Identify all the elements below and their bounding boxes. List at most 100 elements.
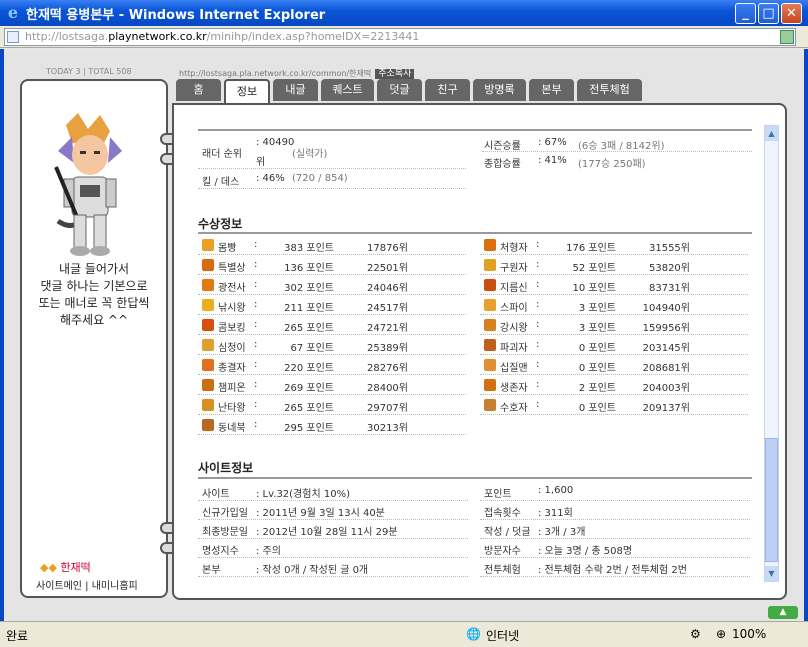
award-rank: 17876위 [366, 243, 408, 254]
award-points: 2 포인트 [578, 383, 616, 394]
tab-quest[interactable]: 퀘스트 [321, 79, 374, 101]
award-icon [202, 279, 214, 291]
award-points: 0 포인트 [578, 343, 616, 354]
award-colon: : [254, 379, 258, 390]
scroll-thumb[interactable] [765, 438, 778, 562]
dotted-divider [198, 188, 466, 189]
site-value: : 311회 [538, 508, 573, 519]
site-label: 포인트 [484, 489, 512, 500]
award-icon [202, 299, 214, 311]
award-points: 220 포인트 [284, 363, 334, 374]
protected-mode-icon[interactable]: ⚙ [690, 627, 701, 641]
award-icon [484, 379, 496, 391]
scroll-up-icon[interactable]: ▲ [765, 126, 778, 141]
award-name: 종결자 [218, 363, 246, 374]
award-icon [484, 319, 496, 331]
award-name: 콤보킹 [218, 323, 246, 334]
award-name: 처형자 [500, 243, 528, 254]
rank-icon: ◆◆ [40, 561, 57, 574]
award-icon [484, 359, 496, 371]
season-value: : 67% [538, 137, 567, 148]
award-name: 광전사 [218, 283, 246, 294]
site-label: 최종방문일 [202, 527, 248, 538]
dotted-divider [198, 374, 466, 375]
tab-my-posts[interactable]: 내글 [273, 79, 318, 101]
vertical-scrollbar[interactable]: ▲ ▼ [764, 125, 779, 582]
award-points: 3 포인트 [578, 303, 616, 314]
award-rank: 24046위 [366, 283, 408, 294]
award-name: 파괴자 [500, 343, 528, 354]
award-rank: 22501위 [366, 263, 408, 274]
globe-icon: 🌐 [466, 627, 481, 641]
award-icon [202, 359, 214, 371]
copy-address-button[interactable]: 주소복사 [375, 69, 415, 79]
dotted-divider [198, 314, 466, 315]
scroll-down-icon[interactable]: ▼ [765, 566, 778, 581]
site-label: 접속횟수 [484, 508, 521, 519]
award-colon: : [536, 299, 540, 310]
award-icon [484, 299, 496, 311]
dotted-divider [198, 538, 468, 539]
tab-friends[interactable]: 친구 [425, 79, 470, 101]
maximize-button[interactable]: □ [758, 3, 779, 24]
dotted-divider [198, 394, 466, 395]
award-colon: : [536, 239, 540, 250]
award-icon [202, 259, 214, 271]
compat-view-icon[interactable] [780, 30, 794, 44]
award-points: 176 포인트 [566, 243, 616, 254]
zoom-level[interactable]: 100% [732, 627, 766, 641]
dotted-divider [198, 500, 468, 501]
season-detail: (6승 3패 / 8142위) [578, 141, 665, 152]
site-value: : 작성 0개 / 작성된 글 0개 [256, 565, 369, 576]
site-value: : 전투체험 수락 2번 / 전투체험 2번 [538, 565, 687, 576]
address-input[interactable]: http://lostsaga.playnetwork.co.kr/minihp… [4, 28, 796, 46]
award-name: 생존자 [500, 383, 528, 394]
award-colon: : [536, 279, 540, 290]
dotted-divider [480, 314, 748, 315]
kd-label: 킬 / 데스 [202, 177, 240, 188]
site-value: : Lv.32(경험치 10%) [256, 489, 350, 500]
divider [198, 232, 752, 234]
dotted-divider [198, 414, 466, 415]
award-rank: 104940위 [642, 303, 690, 314]
profile-links[interactable]: 사이트메인 | 내미니홈피 [36, 577, 138, 592]
close-button[interactable]: ✕ [781, 3, 802, 24]
award-colon: : [254, 259, 258, 270]
dotted-divider [480, 294, 748, 295]
award-points: 211 포인트 [284, 303, 334, 314]
dotted-divider [198, 519, 468, 520]
site-value: : 3개 / 3개 [538, 527, 586, 538]
award-points: 295 포인트 [284, 423, 334, 434]
zoom-icon[interactable]: ⊕ [716, 627, 726, 641]
award-colon: : [254, 279, 258, 290]
tab-info[interactable]: 정보 [224, 79, 270, 104]
dotted-divider [480, 374, 748, 375]
award-name: 동네북 [218, 423, 246, 434]
page-icon [7, 31, 19, 43]
award-rank: 29707위 [366, 403, 408, 414]
dotted-divider [198, 557, 468, 558]
tab-home[interactable]: 홈 [176, 79, 221, 101]
award-icon [484, 399, 496, 411]
tab-battle-trial[interactable]: 전투체험 [577, 79, 642, 101]
award-points: 67 포인트 [290, 343, 334, 354]
award-name: 구원자 [500, 263, 528, 274]
award-points: 3 포인트 [578, 323, 616, 334]
dotted-divider [480, 394, 748, 395]
award-icon [202, 399, 214, 411]
green-button[interactable]: ▲ [768, 606, 798, 619]
tab-guestbook[interactable]: 방명록 [473, 79, 526, 101]
season-label: 시즌승률 [484, 141, 521, 152]
dotted-divider [198, 434, 466, 435]
minimize-button[interactable]: _ [735, 3, 756, 24]
award-icon [484, 239, 496, 251]
award-points: 52 포인트 [572, 263, 616, 274]
award-points: 265 포인트 [284, 323, 334, 334]
tab-comments[interactable]: 덧글 [377, 79, 422, 101]
tab-hq[interactable]: 본부 [529, 79, 574, 101]
award-name: 심청이 [218, 343, 246, 354]
owner-name[interactable]: ◆◆ 한재떡 [40, 559, 91, 575]
dotted-divider [480, 500, 750, 501]
award-icon [202, 419, 214, 431]
site-info-title: 사이트정보 [198, 461, 254, 475]
